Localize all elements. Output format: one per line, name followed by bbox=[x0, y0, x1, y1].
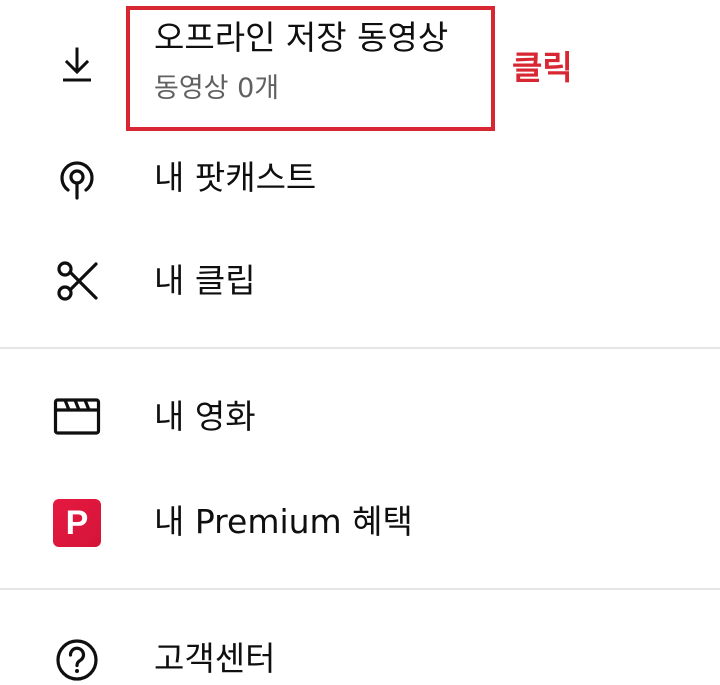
menu-item-movies[interactable]: 내 영화 bbox=[0, 365, 720, 470]
clips-label: 내 클립 bbox=[154, 261, 256, 300]
premium-badge-letter: P bbox=[53, 499, 101, 547]
scissors-icon bbox=[52, 256, 102, 306]
podcasts-label: 내 팟캐스트 bbox=[154, 158, 317, 197]
podcast-icon bbox=[52, 154, 102, 204]
help-label: 고객센터 bbox=[154, 639, 276, 678]
download-icon bbox=[52, 40, 102, 90]
premium-badge-icon: P bbox=[52, 498, 102, 548]
help-circle-icon bbox=[52, 635, 102, 685]
annotation-highlight-box bbox=[126, 6, 495, 131]
menu-item-help[interactable]: 고객센터 bbox=[0, 605, 720, 681]
section-divider bbox=[0, 588, 720, 590]
clapperboard-icon bbox=[52, 392, 102, 442]
section-divider bbox=[0, 347, 720, 349]
menu-item-podcasts[interactable]: 내 팟캐스트 bbox=[0, 130, 720, 230]
premium-label: 내 Premium 혜택 bbox=[154, 502, 413, 541]
menu-item-clips[interactable]: 내 클립 bbox=[0, 230, 720, 340]
movies-label: 내 영화 bbox=[154, 397, 256, 436]
menu-item-premium[interactable]: P 내 Premium 혜택 bbox=[0, 470, 720, 575]
annotation-click-label: 클릭 bbox=[512, 48, 573, 87]
